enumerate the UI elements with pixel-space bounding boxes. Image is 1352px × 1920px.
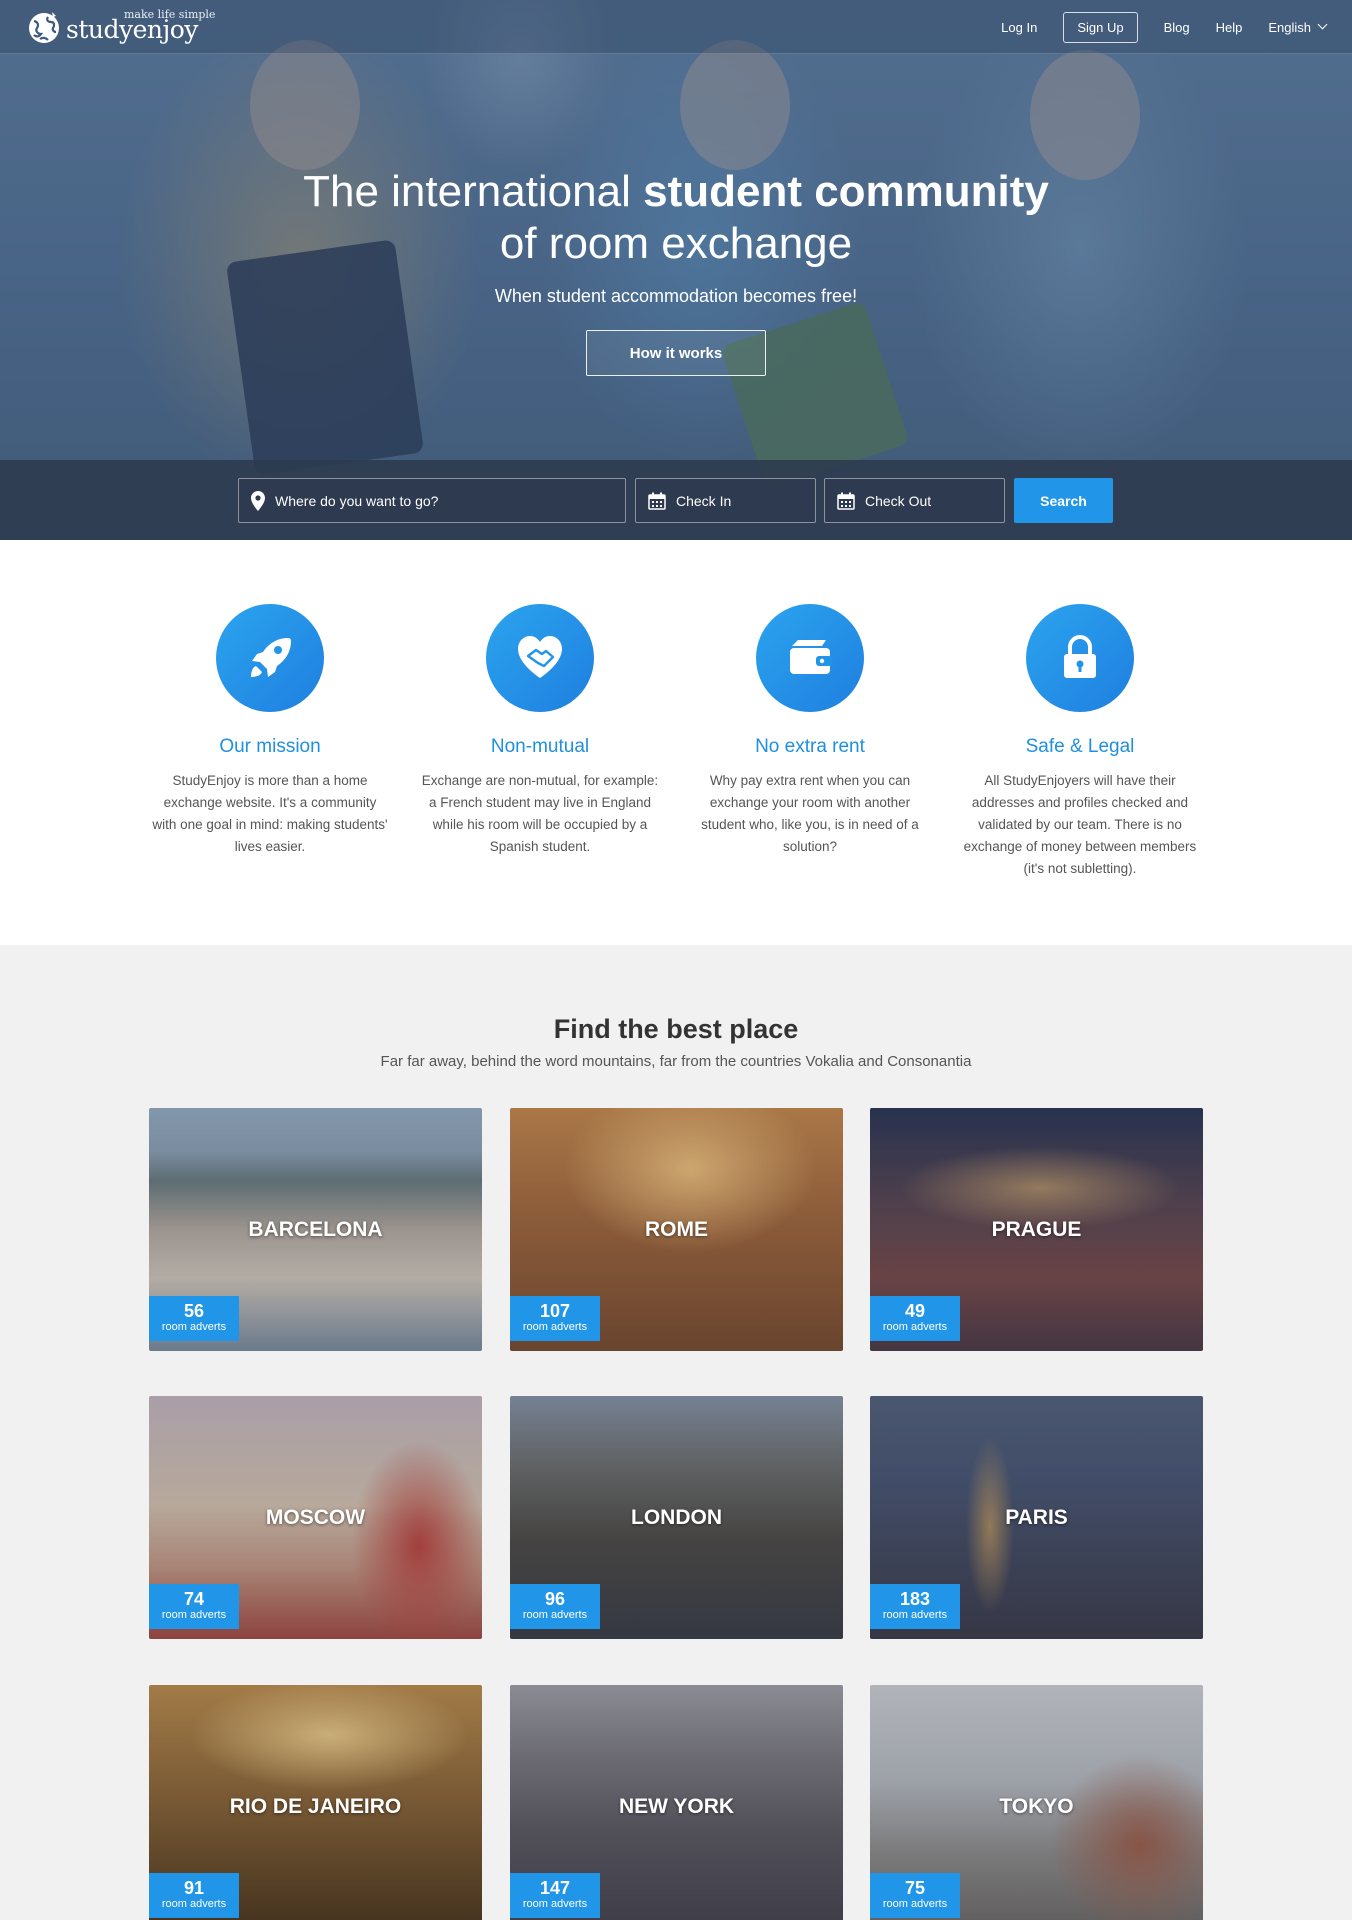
globe-icon [29,12,59,43]
advert-count-badge: 183 room adverts [870,1584,960,1629]
feature-no-extra-rent: No extra rent Why pay extra rent when yo… [690,604,930,858]
language-label: English [1268,19,1311,35]
feature-title: Our mission [219,736,321,757]
feature-icon-circle [1026,604,1134,712]
advert-label: room adverts [522,1609,588,1621]
advert-label: room adverts [882,1609,948,1621]
advert-label: room adverts [522,1898,588,1910]
login-link[interactable]: Log In [1001,20,1037,35]
advert-label: room adverts [522,1321,588,1333]
signup-button[interactable]: Sign Up [1063,11,1138,43]
hero-title-bold: student community [643,167,1049,216]
advert-count: 75 [904,1878,926,1898]
feature-icon-circle [216,604,324,712]
language-select[interactable]: English [1268,19,1328,35]
features-section: Our mission StudyEnjoy is more than a ho… [0,540,1352,945]
checkin-input[interactable] [676,492,810,509]
advert-label: room adverts [161,1609,227,1621]
feature-title: No extra rent [755,736,865,757]
main-nav: Log In Sign Up Blog Help English [975,11,1328,43]
advert-count-badge: 107 room adverts [510,1296,600,1341]
top-navbar: studyenjoy make life simple Log In Sign … [0,0,1352,54]
advert-count-badge: 75 room adverts [870,1873,960,1918]
hero-section: studyenjoy make life simple Log In Sign … [0,0,1352,540]
search-bar: Search [0,460,1352,540]
city-card-barcelona[interactable]: BARCELONA 56 room adverts [149,1108,482,1351]
city-card-paris[interactable]: PARIS 183 room adverts [870,1396,1203,1639]
advert-count: 183 [899,1589,931,1609]
hero-overlay [0,0,1352,540]
feature-title: Non-mutual [490,736,590,757]
advert-count: 49 [904,1301,926,1321]
advert-count: 91 [183,1878,205,1898]
places-title: Find the best place [553,1014,799,1044]
advert-count: 147 [539,1878,571,1898]
advert-count: 74 [183,1589,205,1609]
advert-count: 107 [539,1301,571,1321]
checkout-input[interactable] [865,492,999,509]
hero-title: The international student community of r… [0,166,1352,270]
advert-label: room adverts [882,1321,948,1333]
brand-logo[interactable]: studyenjoy make life simple [26,6,215,48]
city-card-rio-de-janeiro[interactable]: RIO DE JANEIRO 91 room adverts [149,1685,482,1920]
feature-non-mutual: Non-mutual Exchange are non-mutual, for … [420,604,660,858]
heart-handshake-icon [518,636,562,678]
checkout-field[interactable] [824,478,1005,523]
rocket-icon [251,638,291,677]
map-pin-icon [251,490,265,511]
advert-label: room adverts [161,1321,227,1333]
feature-text: All StudyEnjoyers will have their addres… [963,773,1197,876]
advert-label: room adverts [161,1898,227,1910]
calendar-icon [837,492,855,510]
feature-text: Why pay extra rent when you can exchange… [701,773,919,854]
hero-title-light: The international [303,167,644,216]
how-it-works-button[interactable]: How it works [586,330,766,376]
city-card-tokyo[interactable]: TOKYO 75 room adverts [870,1685,1203,1920]
advert-count-badge: 147 room adverts [510,1873,600,1918]
feature-our-mission: Our mission StudyEnjoy is more than a ho… [150,604,390,858]
feature-icon-circle [486,604,594,712]
places-subtitle: Far far away, behind the word mountains,… [380,1053,972,1070]
brand-tagline: make life simple [124,8,216,21]
advert-count: 56 [183,1301,205,1321]
checkin-field[interactable] [635,478,816,523]
wallet-icon [790,640,832,674]
feature-title: Safe & Legal [1025,736,1135,757]
advert-count-badge: 56 room adverts [149,1296,239,1341]
blog-link[interactable]: Blog [1164,20,1190,35]
city-card-prague[interactable]: PRAGUE 49 room adverts [870,1108,1203,1351]
hero-title-line2: of room exchange [499,219,853,268]
help-link[interactable]: Help [1216,20,1243,35]
destination-field[interactable] [238,478,626,523]
advert-count-badge: 49 room adverts [870,1296,960,1341]
advert-count-badge: 96 room adverts [510,1584,600,1629]
destination-input[interactable] [275,492,575,509]
feature-text: StudyEnjoy is more than a home exchange … [152,773,388,854]
feature-text: Exchange are non-mutual, for example: a … [421,773,659,854]
calendar-icon [648,492,666,510]
advert-count-badge: 74 room adverts [149,1584,239,1629]
advert-label: room adverts [882,1898,948,1910]
city-card-london[interactable]: LONDON 96 room adverts [510,1396,843,1639]
advert-count: 96 [544,1589,566,1609]
lock-icon [1064,635,1096,678]
city-card-new-york[interactable]: NEW YORK 147 room adverts [510,1685,843,1920]
chevron-down-icon [1317,19,1328,29]
hero-subtitle: When student accommodation becomes free! [494,286,858,306]
city-card-rome[interactable]: ROME 107 room adverts [510,1108,843,1351]
feature-safe-legal: Safe & Legal All StudyEnjoyers will have… [960,604,1200,880]
city-card-moscow[interactable]: MOSCOW 74 room adverts [149,1396,482,1639]
feature-icon-circle [756,604,864,712]
search-button[interactable]: Search [1014,478,1113,523]
advert-count-badge: 91 room adverts [149,1873,239,1918]
